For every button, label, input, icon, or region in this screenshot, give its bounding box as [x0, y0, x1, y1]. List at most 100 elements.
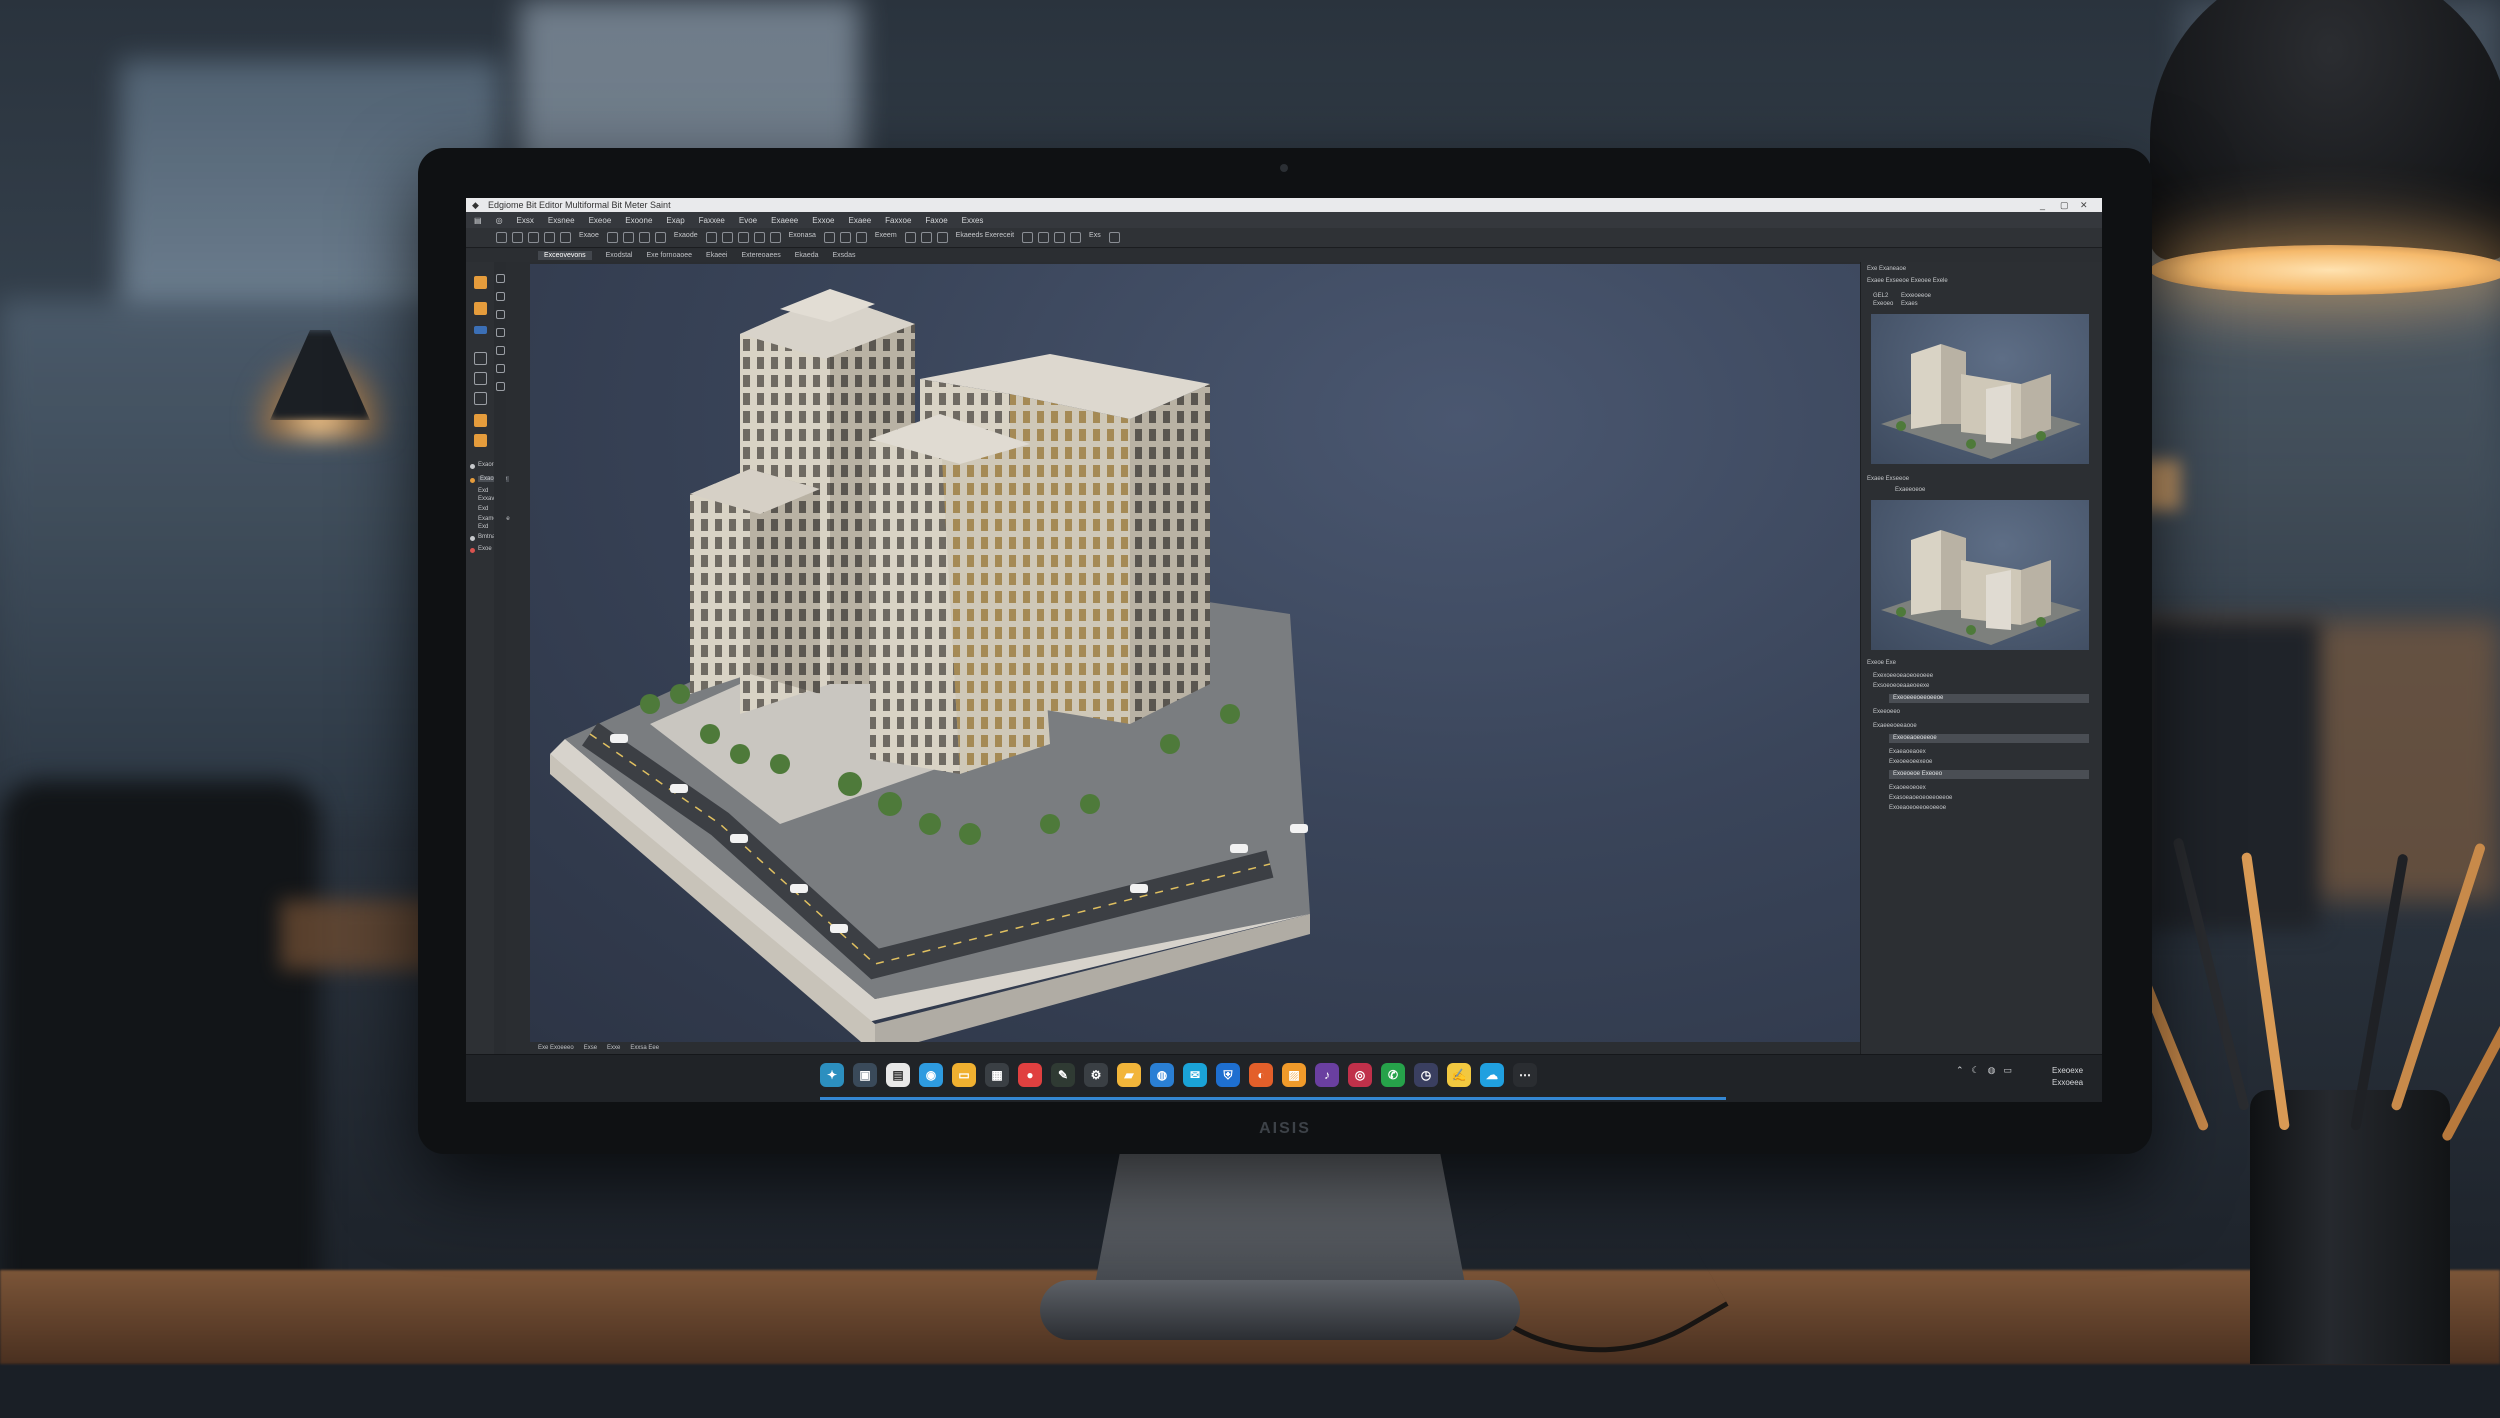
blue-tool-icon[interactable] [474, 326, 487, 334]
scale-tool-icon[interactable] [496, 328, 505, 337]
toolbar-label[interactable]: Exaoe [576, 232, 602, 243]
select-tool-icon[interactable] [496, 274, 505, 283]
menu-item[interactable]: Exsx [517, 216, 534, 225]
tab[interactable]: Ekaeda [795, 252, 819, 259]
menu-item[interactable]: Exoone [625, 216, 652, 225]
chevron-up-icon[interactable]: ⌃ [1956, 1065, 1964, 1076]
menu-item[interactable]: Exeoe [589, 216, 612, 225]
mirror-icon[interactable] [920, 232, 932, 243]
clock[interactable]: Exeoexe Exxoeea [2052, 1065, 2083, 1089]
app-globe-icon[interactable]: ◍ [1150, 1063, 1174, 1087]
rotate-tool-icon[interactable] [496, 310, 505, 319]
settings-icon[interactable] [1108, 232, 1120, 243]
app-mail-icon[interactable]: ✉ [1183, 1063, 1207, 1087]
brush-tool-icon[interactable] [474, 352, 487, 365]
minimize-button[interactable]: _ [2040, 198, 2045, 212]
paint-tool-icon[interactable] [474, 414, 487, 427]
menu-item[interactable]: Faxxee [699, 216, 725, 225]
property-field[interactable]: Exeoeaoeoeeoe [1889, 734, 2089, 743]
app-fire-icon[interactable]: ◐ [1249, 1063, 1273, 1087]
app-tool-icon[interactable]: ✎ [1051, 1063, 1075, 1087]
tab[interactable]: Ekaeei [706, 252, 727, 259]
app-more-icon[interactable]: ⋯ [1513, 1063, 1537, 1087]
tab[interactable]: Exe fornoaoee [647, 252, 693, 259]
property-row[interactable]: Exeoeeoeexeoe [1889, 758, 1932, 766]
panel-tabs[interactable]: Exaee Exseeoe Exeoee Exele [1867, 276, 2097, 286]
app-shield-icon[interactable]: ⛨ [1216, 1063, 1240, 1087]
align-icon[interactable] [904, 232, 916, 243]
layer-item[interactable]: Exd [478, 524, 488, 530]
app-settings-icon[interactable]: ⚙ [1084, 1063, 1108, 1087]
menu-item[interactable]: Exaeee [771, 216, 798, 225]
property-row[interactable]: Exaeaoeaoex [1889, 748, 1926, 756]
layer-item[interactable]: Exoe [478, 546, 492, 552]
tab[interactable]: Exsdas [833, 252, 856, 259]
panel-section[interactable]: Exaee Exseeoe [1867, 474, 2097, 484]
app-chat-icon[interactable]: ✆ [1381, 1063, 1405, 1087]
loop-tool-icon[interactable] [496, 382, 505, 391]
redo-icon[interactable] [560, 232, 571, 243]
app-photo-icon[interactable]: ▨ [1282, 1063, 1306, 1087]
app-record-icon[interactable]: ◎ [1348, 1063, 1372, 1087]
app-notes-icon[interactable]: ▤ [886, 1063, 910, 1087]
frame-icon[interactable] [1070, 232, 1082, 243]
orbit-icon[interactable] [1054, 232, 1066, 243]
property-row[interactable]: Exoeaoeoeeoeoeeoe [1889, 804, 1946, 812]
toolbar-label[interactable]: Exonasa [786, 232, 819, 243]
property-row[interactable]: Exasoeaoeoeoeeoeeoe [1889, 794, 1952, 802]
render-icon[interactable] [823, 232, 835, 243]
object-tool-icon[interactable] [474, 276, 487, 289]
layer-item[interactable]: Exd [478, 506, 488, 512]
menu-icon[interactable]: ◎ [496, 216, 503, 225]
close-button[interactable]: ✕ [2080, 198, 2088, 212]
camera-icon[interactable] [737, 232, 749, 243]
menu-item[interactable]: Faxoe [925, 216, 947, 225]
toolbar-label[interactable]: Exs [1086, 232, 1104, 243]
snap-icon[interactable] [721, 232, 733, 243]
layer-item[interactable]: Exd [478, 488, 488, 494]
network-icon[interactable]: ◍ [1988, 1065, 1996, 1076]
app-grid-icon[interactable]: ▦ [985, 1063, 1009, 1087]
pen-tool-icon[interactable] [474, 372, 487, 385]
pan-icon[interactable] [1038, 232, 1050, 243]
app-time-icon[interactable]: ◷ [1414, 1063, 1438, 1087]
toolbar-label[interactable]: Exeem [872, 232, 900, 243]
menu-item[interactable]: Exap [666, 216, 684, 225]
scale-icon[interactable] [654, 232, 666, 243]
preview-thumbnail[interactable] [1871, 500, 2089, 650]
moon-icon[interactable]: ☾ [1972, 1065, 1980, 1076]
cut-tool-icon[interactable] [496, 346, 505, 355]
eraser-tool-icon[interactable] [474, 392, 487, 405]
app-cloud-icon[interactable]: ☁ [1480, 1063, 1504, 1087]
property-row[interactable]: Exaoeeoeoex [1889, 784, 1926, 792]
zoom-icon[interactable] [1022, 232, 1034, 243]
app-note-icon[interactable]: ✍ [1447, 1063, 1471, 1087]
texture-tool-icon[interactable] [474, 434, 487, 447]
layers-icon[interactable] [839, 232, 851, 243]
property-field[interactable]: Exeoeeeoeeoeeoe [1889, 694, 2089, 703]
rotate-icon[interactable] [638, 232, 650, 243]
menu-item[interactable]: Exaee [848, 216, 871, 225]
app-browser-icon[interactable]: ◉ [919, 1063, 943, 1087]
tab[interactable]: Exceovevons [538, 251, 592, 260]
menu-item[interactable]: Faxxoe [885, 216, 911, 225]
battery-icon[interactable]: ▭ [2003, 1065, 2012, 1076]
menu-item[interactable]: Exxes [962, 216, 984, 225]
property-row[interactable]: Exexoeeoeaoeoeoeee [1873, 672, 1933, 680]
view-icon[interactable] [855, 232, 867, 243]
app-folder-icon[interactable]: ▭ [952, 1063, 976, 1087]
menu-item[interactable]: Exsnee [548, 216, 575, 225]
toolbar-label[interactable]: Ekaeeds Exereceit [953, 232, 1017, 243]
save-icon[interactable] [528, 232, 539, 243]
app-music-icon[interactable]: ♪ [1315, 1063, 1339, 1087]
app-media-icon[interactable]: ● [1018, 1063, 1042, 1087]
3d-viewport[interactable] [530, 264, 1860, 1042]
select-icon[interactable] [606, 232, 618, 243]
app-editor-icon[interactable]: ✦ [820, 1063, 844, 1087]
tab[interactable]: Exodstal [606, 252, 633, 259]
app-window-icon[interactable]: ▣ [853, 1063, 877, 1087]
menu-item[interactable]: Exxoe [812, 216, 834, 225]
property-row[interactable]: Exeeoeeo [1873, 708, 1900, 716]
menu-icon[interactable]: ▤ [474, 216, 482, 225]
move-tool-icon[interactable] [496, 292, 505, 301]
